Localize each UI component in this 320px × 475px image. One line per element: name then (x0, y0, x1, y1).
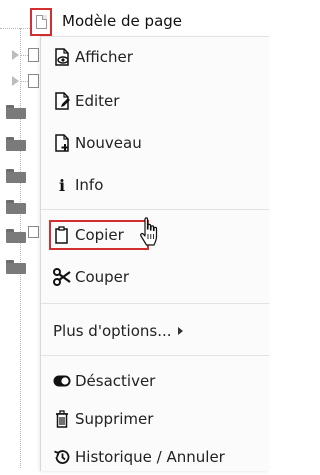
menu-item-label: Afficher (75, 48, 133, 66)
menu-separator (41, 355, 269, 356)
expand-arrow-icon[interactable] (12, 76, 19, 86)
hand-cursor-icon (137, 216, 163, 248)
folder-icon[interactable] (6, 229, 26, 243)
page-node-icon[interactable] (28, 74, 39, 88)
menu-item-supprimer[interactable]: Supprimer (41, 401, 269, 437)
menu-item-label: Supprimer (75, 410, 154, 428)
view-page-icon (53, 48, 71, 66)
folder-icon[interactable] (6, 169, 26, 183)
menu-item-label: Editer (75, 92, 120, 110)
context-menu: Afficher Editer Nouveau i Info Copier Co… (40, 36, 269, 471)
expand-arrow-icon[interactable] (12, 50, 19, 60)
page-title: Modèle de page (62, 12, 183, 30)
menu-item-nouveau[interactable]: Nouveau (41, 125, 269, 161)
menu-item-couper[interactable]: Couper (41, 259, 269, 295)
edit-page-icon (53, 92, 71, 110)
folder-icon[interactable] (6, 200, 26, 214)
menu-item-label: Couper (75, 268, 130, 286)
info-icon: i (58, 175, 66, 195)
menu-item-editer[interactable]: Editer (41, 83, 269, 119)
menu-item-label: Copier (75, 226, 124, 244)
menu-item-label: Désactiver (75, 372, 156, 390)
tree-connector (20, 28, 21, 468)
selected-page-row[interactable]: Modèle de page (0, 8, 268, 36)
copy-icon (53, 226, 71, 244)
caret-right-icon (177, 327, 183, 335)
history-icon (53, 448, 71, 466)
scissors-icon (53, 268, 71, 286)
page-node-icon[interactable] (28, 226, 39, 238)
toggle-off-icon (53, 372, 71, 390)
folder-icon[interactable] (6, 137, 26, 151)
menu-item-desactiver[interactable]: Désactiver (41, 363, 269, 399)
page-icon (36, 15, 47, 29)
menu-item-label: Info (75, 176, 104, 194)
menu-separator (41, 303, 269, 304)
trash-icon (53, 410, 71, 428)
menu-separator (41, 209, 269, 210)
menu-item-label: Plus d'options... (53, 322, 183, 340)
folder-icon[interactable] (6, 260, 26, 274)
menu-item-label: Historique / Annuler (75, 448, 225, 466)
menu-item-label: Nouveau (75, 134, 142, 152)
new-page-icon (53, 134, 71, 152)
menu-item-more-options[interactable]: Plus d'options... (41, 313, 269, 349)
page-icon-highlight[interactable] (30, 8, 52, 36)
menu-item-afficher[interactable]: Afficher (41, 39, 269, 75)
menu-item-info[interactable]: i Info (41, 167, 269, 203)
folder-icon[interactable] (6, 105, 26, 119)
page-node-icon[interactable] (28, 48, 39, 62)
